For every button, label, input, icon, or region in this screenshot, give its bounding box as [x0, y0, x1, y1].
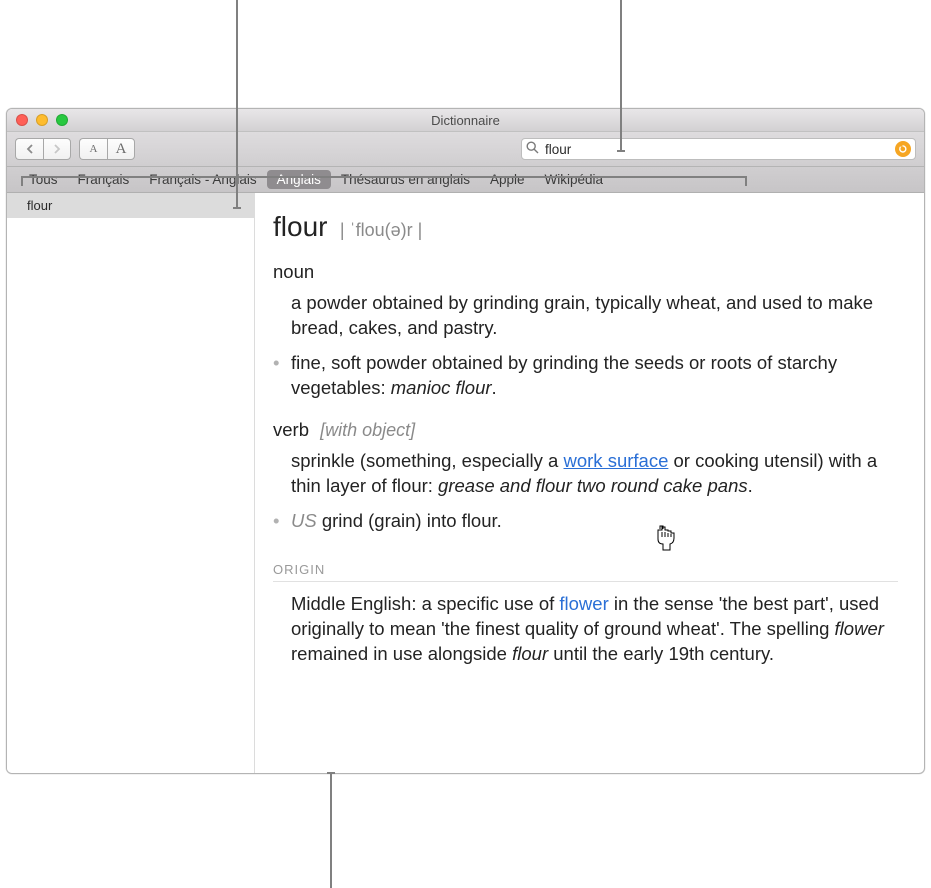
minimize-button[interactable] — [36, 114, 48, 126]
close-button[interactable] — [16, 114, 28, 126]
definition-pane: flour | ˈflou(ə)r | noun a powder obtain… — [255, 193, 924, 773]
window-title: Dictionnaire — [7, 113, 924, 128]
dictionary-window: Dictionnaire A A Tous Français F — [6, 108, 925, 774]
headword: flour — [273, 211, 327, 242]
titlebar: Dictionnaire — [7, 109, 924, 132]
link-flower[interactable]: flower — [559, 593, 608, 614]
callout-line-sidebar — [236, 0, 238, 209]
font-bigger-button[interactable]: A — [107, 138, 135, 160]
noun-sub-text: fine, soft powder obtained by grinding t… — [291, 352, 837, 398]
verb-subdefinition: US grind (grain) into flour. — [273, 509, 898, 534]
pos-noun: noun — [273, 261, 898, 283]
verb-definition: sprinkle (something, especially a work s… — [273, 449, 898, 499]
search-input[interactable] — [545, 142, 889, 157]
search-field-wrap[interactable] — [521, 138, 916, 160]
pronunciation: | ˈflou(ə)r | — [340, 220, 422, 240]
sidebar-item[interactable]: flour — [7, 193, 254, 218]
search-icon — [526, 141, 539, 157]
verb-note: [with object] — [320, 420, 415, 440]
region-label: US — [291, 510, 317, 531]
verb-example: grease and flour two round cake pans — [438, 475, 748, 496]
toolbar: A A — [7, 132, 924, 167]
noun-sub-example: manioc flour — [391, 377, 492, 398]
font-smaller-button[interactable]: A — [79, 138, 107, 160]
pos-verb: verb [with object] — [273, 419, 898, 441]
body: flour flour | ˈflou(ə)r | noun a powder … — [7, 193, 924, 773]
forward-button[interactable] — [43, 138, 71, 160]
zoom-button[interactable] — [56, 114, 68, 126]
noun-subdefinition: fine, soft powder obtained by grinding t… — [273, 351, 898, 401]
callout-line-search — [620, 0, 622, 152]
origin-text: Middle English: a specific use of flower… — [273, 592, 898, 667]
back-button[interactable] — [15, 138, 43, 160]
nav-group — [15, 138, 71, 160]
noun-definition: a powder obtained by grinding grain, typ… — [273, 291, 898, 341]
font-size-group: A A — [79, 138, 135, 160]
callout-line-definition — [330, 772, 332, 888]
origin-label: ORIGIN — [273, 562, 898, 582]
snapback-button[interactable] — [895, 141, 911, 157]
link-work-surface[interactable]: work surface — [564, 450, 669, 471]
callout-bracket-sources — [21, 176, 747, 186]
window-controls — [7, 114, 68, 126]
sidebar: flour — [7, 193, 255, 773]
